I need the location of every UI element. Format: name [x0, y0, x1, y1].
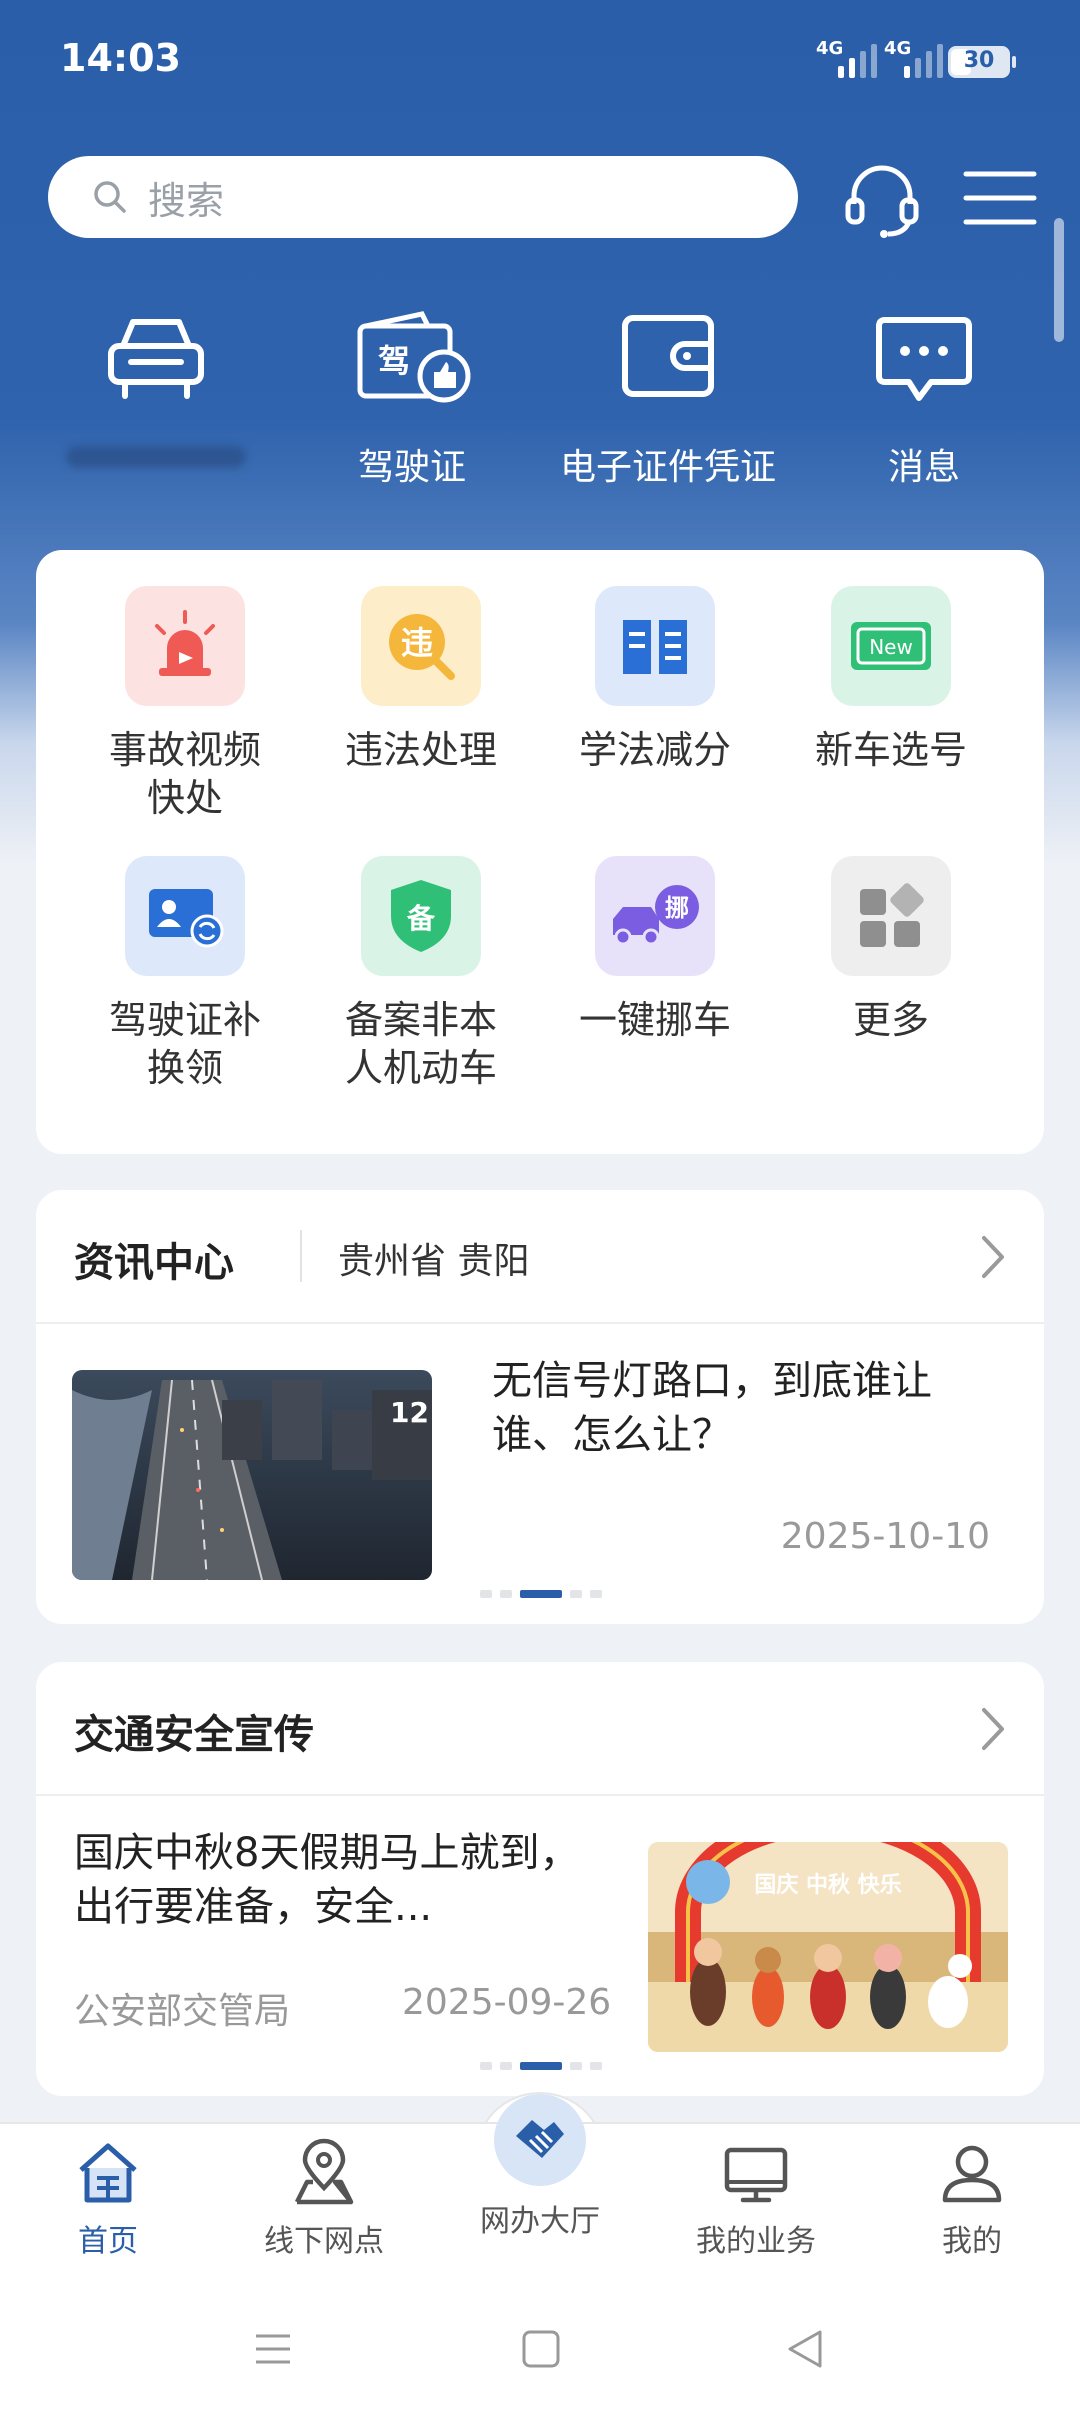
- new-plate-text: New: [869, 635, 913, 659]
- violation-icon: 违: [361, 586, 481, 706]
- signal-bars-1-icon: [838, 44, 877, 78]
- user-icon: [942, 2145, 1002, 2203]
- news-center-card: 资讯中心 贵州省 贵阳 12 无信号灯路口，到底谁让谁、怎么让？ 2025-10…: [36, 1190, 1044, 1624]
- service-more[interactable]: 更多: [776, 856, 1006, 1044]
- tab-offline-outlets[interactable]: 线下网点: [216, 2138, 432, 2260]
- search-placeholder: 搜索: [148, 178, 225, 223]
- signal-bars-2-icon: [904, 44, 943, 78]
- message-icon: [876, 317, 972, 401]
- battery-icon: 30: [948, 46, 1016, 78]
- more-grid-icon: [831, 856, 951, 976]
- car-icon: [108, 319, 204, 399]
- news-item-date: 2025-10-10: [780, 1516, 990, 1557]
- status-bar: 14:03 4G 4G 30: [0, 0, 1080, 120]
- shortcut-e-certificate[interactable]: 电子证件凭证: [538, 306, 798, 496]
- chevron-right-icon[interactable]: [978, 1706, 1008, 1752]
- violation-icon-text: 违: [401, 624, 433, 662]
- safety-item-date: 2025-09-26: [402, 1982, 612, 2023]
- safety-item-source: 公安部交管局: [74, 1991, 291, 2032]
- divider: [36, 1322, 1044, 1324]
- shortcut-label: 驾驶证: [357, 447, 466, 488]
- service-label: 学法减分: [578, 728, 731, 772]
- search-bar[interactable]: 搜索: [48, 156, 798, 238]
- news-section-title: 资讯中心: [74, 1240, 234, 1286]
- service-label: 一键挪车: [578, 998, 731, 1042]
- services-card: 事故视频 快处 违 违法处理 学法减分 New 新车选号 驾驶证补 换领 备 备…: [36, 550, 1044, 1154]
- handshake-icon: [494, 2094, 586, 2186]
- tab-label: 我的业务: [696, 2224, 816, 2259]
- location-pin-icon: [294, 2138, 354, 2205]
- headset-icon[interactable]: [842, 160, 922, 240]
- service-record-vehicle[interactable]: 备 备案非本 人机动车: [306, 856, 536, 1092]
- tab-label: 首页: [78, 2224, 138, 2259]
- tab-my-business[interactable]: 我的业务: [648, 2138, 864, 2260]
- divider: [300, 1230, 302, 1282]
- chevron-right-icon[interactable]: [978, 1234, 1008, 1280]
- service-label: 更多: [852, 998, 929, 1042]
- move-car-text: 挪: [665, 894, 689, 922]
- tab-label: 我的: [942, 2224, 1002, 2259]
- traffic-safety-card: 交通安全宣传 国庆中秋8天假期马上就到，出行要准备，安全... 公安部交管局 2…: [36, 1662, 1044, 2096]
- service-move-car[interactable]: 挪 一键挪车: [540, 856, 770, 1044]
- svg-text:驾: 驾: [378, 342, 410, 380]
- home-icon: [79, 2143, 137, 2203]
- home-button-icon[interactable]: [518, 2326, 564, 2372]
- service-label: 备案非本 人机动车: [344, 998, 497, 1090]
- monitor-icon: [724, 2147, 788, 2203]
- new-plate-icon: New: [831, 586, 951, 706]
- recent-apps-icon[interactable]: [250, 2326, 296, 2372]
- service-new-plate[interactable]: New 新车选号: [776, 586, 1006, 774]
- news-location[interactable]: 贵州省 贵阳: [338, 1232, 529, 1284]
- service-violation[interactable]: 违 违法处理: [306, 586, 536, 774]
- tab-label: 线下网点: [264, 2224, 384, 2259]
- bottom-tab-bar: 首页 线下网点 网办大厅 我的业务 我的: [0, 2094, 1080, 2282]
- search-icon: [94, 181, 126, 213]
- wallet-icon: [622, 315, 714, 397]
- shield-record-icon: 备: [361, 856, 481, 976]
- system-nav-bar: [0, 2282, 1080, 2414]
- blurred-label: [66, 446, 246, 468]
- shortcut-label: 电子证件凭证: [559, 447, 776, 488]
- service-label: 事故视频 快处: [108, 728, 261, 820]
- service-license-renew[interactable]: 驾驶证补 换领: [70, 856, 300, 1092]
- tab-mine[interactable]: 我的: [864, 2138, 1080, 2260]
- safety-thumbnail[interactable]: 国庆 中秋 快乐: [648, 1842, 1008, 2052]
- safety-item-title[interactable]: 国庆中秋8天假期马上就到，出行要准备，安全...: [74, 1826, 594, 1934]
- news-thumbnail[interactable]: 12: [72, 1370, 432, 1580]
- tab-label: 网办大厅: [480, 2204, 600, 2239]
- carousel-indicator: [480, 1590, 602, 1598]
- move-car-icon: 挪: [595, 856, 715, 976]
- battery-level: 30: [963, 48, 995, 73]
- news-item-title[interactable]: 无信号灯路口，到底谁让谁、怎么让？: [492, 1354, 992, 1462]
- carousel-indicator: [480, 2062, 602, 2070]
- safety-section-title: 交通安全宣传: [74, 1712, 314, 1758]
- back-icon[interactable]: [782, 2326, 828, 2372]
- shortcut-driver-license[interactable]: 驾 驾驶证: [282, 306, 542, 496]
- driver-license-icon: 驾: [357, 311, 471, 403]
- service-label: 驾驶证补 换领: [108, 998, 261, 1090]
- shortcut-messages[interactable]: 消息: [794, 306, 1054, 496]
- shortcut-label: 消息: [887, 447, 960, 488]
- tab-online-hall[interactable]: 网办大厅: [432, 2094, 648, 2240]
- scrollbar[interactable]: [1054, 218, 1064, 342]
- banner-text: 国庆 中秋 快乐: [754, 1872, 901, 1898]
- service-label: 新车选号: [814, 728, 967, 772]
- service-accident-video[interactable]: 事故视频 快处: [70, 586, 300, 822]
- service-study-law[interactable]: 学法减分: [540, 586, 770, 774]
- menu-icon[interactable]: [960, 160, 1040, 240]
- shortcut-car[interactable]: [26, 306, 286, 496]
- divider: [36, 1794, 1044, 1796]
- alarm-light-icon: [125, 586, 245, 706]
- thumbnail-text: 12: [390, 1396, 429, 1429]
- service-label: 违法处理: [344, 728, 497, 772]
- book-icon: [595, 586, 715, 706]
- license-renew-icon: [125, 856, 245, 976]
- status-time: 14:03: [60, 36, 181, 80]
- tab-home[interactable]: 首页: [0, 2138, 216, 2260]
- shield-record-text: 备: [406, 902, 436, 935]
